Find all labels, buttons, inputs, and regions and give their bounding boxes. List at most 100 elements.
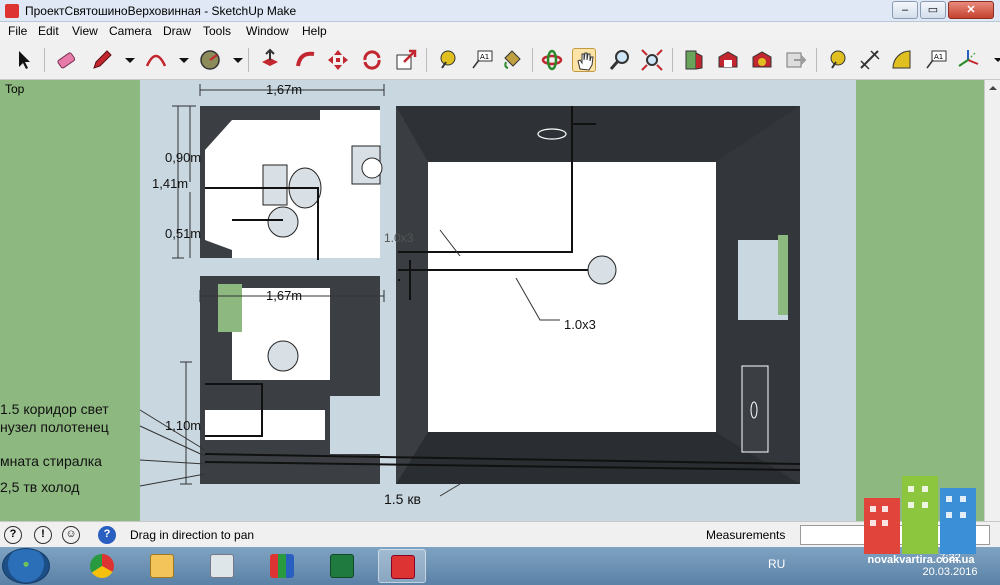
svg-text:A1: A1 [934, 53, 943, 61]
excel-icon [330, 554, 354, 578]
lamp-top-left [267, 206, 299, 238]
3d-text-tool-icon[interactable]: A1 [924, 48, 948, 72]
pencil-tool-icon[interactable] [90, 48, 114, 72]
dim-mid-width: 1,67m [266, 288, 302, 303]
watermark-logo: novakvartira.com.ua [862, 474, 980, 585]
main-toolbar: A1 A1 [0, 40, 1000, 80]
push-pull-tool-icon[interactable] [258, 48, 282, 72]
arc-tool-icon[interactable] [144, 48, 168, 72]
paint-bucket-tool-icon[interactable] [500, 48, 524, 72]
chevron-down-icon[interactable] [226, 48, 243, 72]
axes-tool-icon[interactable] [956, 48, 980, 72]
tape-measure-tool-icon[interactable] [436, 48, 460, 72]
chrome-icon [90, 554, 114, 578]
menu-camera[interactable]: Camera [109, 24, 152, 38]
measurements-label: Measurements [706, 528, 786, 542]
status-bar: ? ! ☺ ? Drag in direction to pan Measure… [0, 521, 1000, 547]
folder-icon [150, 554, 174, 578]
menu-window[interactable]: Window [246, 24, 289, 38]
components-tool-icon[interactable] [682, 48, 706, 72]
menu-file[interactable]: File [8, 24, 27, 38]
toolbar-separator [426, 48, 427, 72]
menu-view[interactable]: View [72, 24, 98, 38]
eraser-tool-icon[interactable] [54, 48, 78, 72]
pan-tool-icon[interactable] [572, 48, 596, 72]
vertical-scrollbar[interactable] [984, 80, 1000, 521]
toolbar-separator [248, 48, 249, 72]
protractor-tool-icon[interactable] [890, 48, 914, 72]
tape-measure-tool-icon[interactable] [826, 48, 850, 72]
warehouse-tool-icon[interactable] [716, 48, 740, 72]
zoom-tool-icon[interactable] [608, 48, 632, 72]
right-green-wall [856, 80, 984, 521]
menu-draw[interactable]: Draw [163, 24, 191, 38]
follow-me-tool-icon[interactable] [294, 48, 318, 72]
label-towel-heater: нузел полотенец [0, 419, 109, 435]
label-outlet-1: 1.0x3 [384, 231, 414, 245]
bottom-left-closet [330, 396, 380, 454]
bath-fixture [262, 164, 288, 206]
chevron-down-icon[interactable] [172, 48, 189, 72]
close-button[interactable]: ✕ [948, 1, 994, 19]
user-icon[interactable]: ☺ [62, 526, 80, 544]
text-tool-icon[interactable]: A1 [470, 48, 494, 72]
window-title: ПроектСвятошиноВерховинная - SketchUp Ma… [25, 4, 297, 18]
drawing-viewport[interactable]: 1,67m 0,90m 1,41m 0,51m 1,67m 1,10m 1.0x… [0, 80, 1000, 521]
toolbar-separator [816, 48, 817, 72]
calculator-icon [210, 554, 234, 578]
move-tool-icon[interactable] [326, 48, 350, 72]
apps-grid-icon [270, 554, 294, 578]
floor-plan-drawing[interactable]: 1,67m 0,90m 1,41m 0,51m 1,67m 1,10m 1.0x… [0, 80, 984, 521]
menu-tools[interactable]: Tools [203, 24, 231, 38]
svg-text:A1: A1 [480, 53, 489, 61]
geo-location-icon[interactable]: ? [4, 526, 22, 544]
taskbar-calculator[interactable] [198, 549, 246, 583]
menu-edit[interactable]: Edit [38, 24, 59, 38]
right-door [741, 365, 769, 453]
taskbar: RU 7:32 20.03.2016 [0, 547, 1000, 585]
menu-bar: File Edit View Camera Draw Tools Window … [0, 22, 1000, 40]
select-tool-icon[interactable] [12, 48, 36, 72]
language-indicator[interactable]: RU [768, 557, 785, 571]
taskbar-apps[interactable] [258, 549, 306, 583]
send-to-layout-tool-icon[interactable] [784, 48, 808, 72]
chevron-down-icon[interactable] [118, 48, 135, 72]
label-corridor-light: 1.5 коридор свет [0, 401, 109, 417]
credits-icon[interactable]: ! [34, 526, 52, 544]
label-outlet-2: 1.0x3 [564, 317, 596, 332]
dim-110: 1,10m [165, 418, 201, 433]
sketchup-icon [391, 555, 415, 579]
lamp-mid-left [267, 340, 299, 372]
taskbar-sketchup[interactable] [378, 549, 426, 583]
partition-shadow [200, 276, 384, 282]
extension-warehouse-tool-icon[interactable] [750, 48, 774, 72]
taskbar-excel[interactable] [318, 549, 366, 583]
vertical-partition [380, 106, 396, 484]
menu-help[interactable]: Help [302, 24, 327, 38]
lamp-main-room [587, 255, 617, 285]
taskbar-chrome[interactable] [78, 549, 126, 583]
help-icon[interactable]: ? [98, 526, 116, 544]
label-tv-fridge: 2,5 тв холод [0, 479, 79, 495]
scale-tool-icon[interactable] [394, 48, 418, 72]
toolbar-separator [672, 48, 673, 72]
left-window-pane [218, 284, 242, 332]
start-button[interactable] [2, 548, 50, 584]
maximize-button[interactable]: ▭ [920, 1, 946, 19]
main-room-left-wall [396, 106, 428, 484]
dim-051: 0,51m [165, 226, 201, 241]
dim-090: 0,90m [165, 150, 201, 165]
toolbar-separator [44, 48, 45, 72]
horizontal-partition [200, 258, 384, 276]
label-washer: мната стиралка [0, 453, 102, 469]
dim-top-width: 1,67m [266, 82, 302, 97]
minimize-button[interactable]: – [892, 1, 918, 19]
zoom-extents-tool-icon[interactable] [640, 48, 664, 72]
right-window-pane [778, 235, 788, 315]
dimension-tool-icon[interactable] [858, 48, 882, 72]
orbit-tool-icon[interactable] [540, 48, 564, 72]
circle-tool-icon[interactable] [198, 48, 222, 72]
toolbar-overflow-icon[interactable] [986, 48, 1000, 72]
rotate-tool-icon[interactable] [360, 48, 384, 72]
taskbar-explorer[interactable] [138, 549, 186, 583]
